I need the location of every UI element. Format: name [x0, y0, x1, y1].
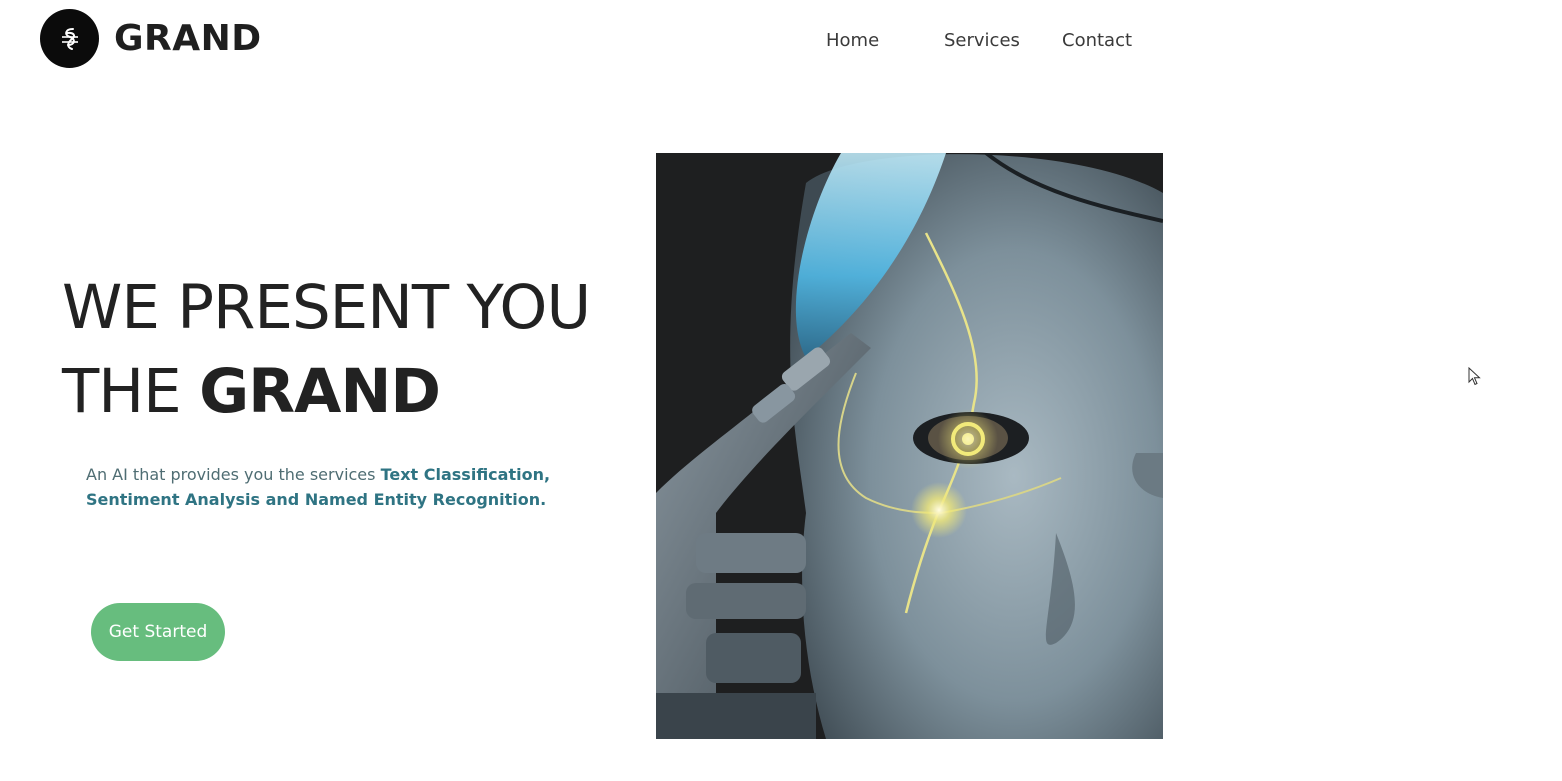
get-started-button[interactable]: Get Started: [91, 603, 225, 661]
hero-robot-image: [656, 153, 1163, 739]
nav-contact-link[interactable]: Contact: [1062, 30, 1132, 51]
nav-home-link[interactable]: Home: [826, 30, 879, 51]
headline-line-1: WE PRESENT YOU: [62, 272, 591, 343]
headline-line-2: THE GRAND: [62, 350, 590, 434]
main-nav: Home Services Contact: [0, 30, 1562, 54]
hero-description: An AI that provides you the services Tex…: [86, 463, 556, 512]
headline-prefix: THE: [62, 356, 182, 427]
description-prefix: An AI that provides you the services: [86, 465, 376, 484]
landing-page: GRAND Home Services Contact WE PRESENT Y…: [0, 0, 1562, 781]
headline-brand: GRAND: [199, 356, 441, 427]
hero-headline: WE PRESENT YOU THE GRAND: [62, 266, 591, 434]
mouse-pointer-icon: [1468, 366, 1482, 387]
nav-services-link[interactable]: Services: [944, 30, 1020, 51]
